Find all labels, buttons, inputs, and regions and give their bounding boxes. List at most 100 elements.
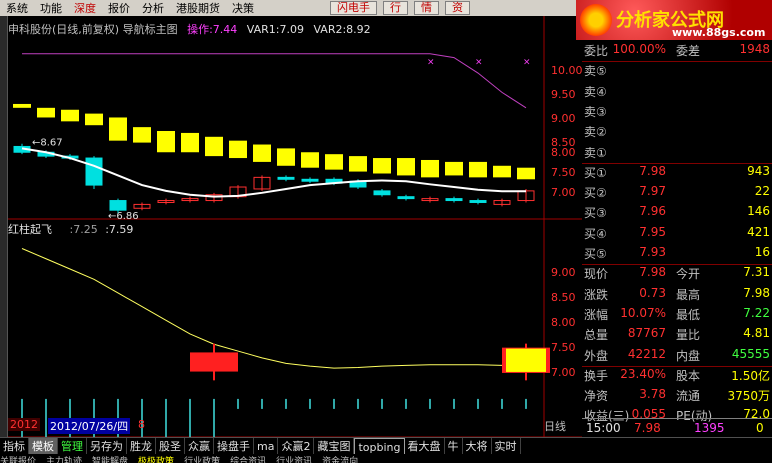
quote-value: 23.40% [620,366,666,381]
price-bar [109,200,127,211]
var1-label: VAR1:7.09 [246,23,304,36]
bottom-tab[interactable]: 操盘手 [214,437,254,455]
menu-hk-futures[interactable]: 港股期货 [170,0,226,16]
quote-label: 涨跌 [584,287,609,302]
bottom-tab[interactable]: 看大盘 [405,437,445,455]
period-label: 日线 [544,420,566,433]
menu-analysis[interactable]: 分析 [136,0,170,16]
bottom-tab[interactable]: topbing [354,437,405,455]
bottom-tab[interactable]: 胜龙 [127,437,156,455]
bottom-tab-secondary[interactable]: 智能解盘 [92,457,128,463]
bottom-tab[interactable]: ma [254,437,279,455]
red-box [190,352,238,372]
band-box [469,161,487,178]
left-side-tabs[interactable] [0,16,8,437]
quote-row: 总量 87767 量比 4.81 [584,326,770,343]
chart-title: 申科股份(日线,前复权) 导航标主图 [8,23,178,36]
menu-decision[interactable]: 决策 [226,0,260,16]
bottom-tab[interactable]: 大将 [463,437,492,455]
indicator-line [21,248,526,369]
bottom-tab[interactable]: 股圣 [156,437,185,455]
quote-row: 买③ 7.96 146 [584,204,770,221]
quote-label: 换手 [584,368,609,383]
date-next: 8 [138,418,145,431]
axis-tick: 7.00 [551,186,576,199]
price-bar [397,196,415,200]
band-box [445,161,463,176]
quote-row: 净资 3.78 流通 3750万 [584,387,770,404]
menu-function[interactable]: 功能 [34,0,68,16]
quote-label-2: 内盘 [676,348,701,363]
band-box [109,117,127,141]
foot-volume: 1395 [694,421,725,435]
quote-value-2: 943 [747,163,770,178]
quote-row: 卖⑤ [584,62,770,79]
quote-row: 外盘 42212 内盘 45555 [584,347,770,364]
quote-row: 卖④ [584,83,770,100]
bottom-tab-secondary[interactable]: 极极政策 [138,457,174,463]
quote-value-2: 7.31 [743,265,770,280]
flash-trade-button[interactable]: 闪电手 [330,1,377,15]
bottom-tab[interactable]: 藏宝图 [314,437,355,455]
chart-area[interactable]: × × × ←8.67 ←6.86 申科股份(日线,前复权) 导航标主图 操作:7.44… [8,16,583,439]
quote-label: 总量 [584,328,609,343]
quote-label: 卖⑤ [584,64,607,79]
bottom-tab[interactable]: 牛 [445,437,463,455]
bottom-tab-secondary[interactable]: 主力轨迹 [46,457,82,463]
quote-label: 外盘 [584,348,609,363]
quote-label: 买⑤ [584,247,607,261]
band-box [373,158,391,174]
bottom-tab[interactable]: 众赢2 [278,437,315,455]
info-button[interactable]: 资 [445,1,470,15]
menu-system[interactable]: 系统 [0,0,34,16]
menu-quote[interactable]: 报价 [102,0,136,16]
quote-label-2: 最低 [676,307,701,322]
band-box [253,144,271,162]
quote-label: 现价 [584,267,609,282]
price-bar [469,200,487,203]
indicator-name: 红柱起飞 [8,223,52,236]
bottom-tab[interactable]: 众赢 [185,437,214,455]
foot-price: 7.98 [634,421,661,435]
band-box [229,140,247,159]
quote-button-2[interactable]: 情 [414,1,439,15]
bottom-tab-secondary[interactable]: 资金流向 [322,457,358,463]
axis-tick: 8.50 [551,291,576,304]
quote-label: 买② [584,186,607,201]
quote-label-2: 委差 [676,44,701,58]
bottom-tab[interactable]: 模板 [29,437,58,455]
quote-row: 买⑤ 7.93 16 [584,245,770,262]
quote-value: 7.96 [639,204,666,219]
quote-label: 委比 [584,44,609,58]
bottom-tabs-secondary: 关联报价 主力轨迹 智能解盘 极极政策 行业政策 综合资讯 行业资讯 资金流向 [0,454,772,463]
quote-value: 7.93 [639,245,666,259]
bottom-tab[interactable]: 实时 [492,437,521,455]
bottom-tab[interactable]: 管理 [58,437,87,455]
indicator-value-2: :7.59 [105,223,134,236]
quote-label: 卖① [584,145,607,160]
bottom-tab-secondary[interactable]: 行业政策 [184,457,220,463]
quote-panel: 委比 100.00% 委差 1948 卖⑤ 卖④ 卖③ 卖② 卖① 买① 7.98 943 买② 7.97… [582,40,772,437]
quote-label-2: 量比 [676,328,701,343]
price-bar [277,176,295,180]
bottom-tab-secondary[interactable]: 关联报价 [0,457,36,463]
quote-label: 卖③ [584,104,607,119]
bottom-tab[interactable]: 指标 [0,437,29,455]
bottom-tab[interactable]: 另存为 [87,437,127,455]
axis-tick: 8.00 [551,316,576,329]
bottom-tab-secondary[interactable]: 综合资讯 [230,457,266,463]
bottom-tabs: 指标 模板 管理 另存为 胜龙 股圣 众赢 操盘手 ma 众赢2 藏宝图 topbing 看大盘牛大将实… [0,437,772,455]
bottom-tab-secondary[interactable]: 行业资讯 [276,457,312,463]
quote-value: 42212 [627,346,666,361]
quote-label: 卖④ [584,84,607,99]
quote-row: 涨跌 0.73 最高 7.98 [584,286,770,303]
price-bar [85,157,103,186]
quote-button-1[interactable]: 行 [383,1,408,15]
quote-label: 卖② [584,125,607,140]
quote-value: 0.73 [639,285,666,300]
quote-label: 买③ [584,206,607,221]
quote-label-2: 流通 [676,389,701,404]
price-bar [301,178,319,182]
quote-value-2: 7.98 [743,285,770,300]
menu-depth[interactable]: 深度 [68,0,102,16]
